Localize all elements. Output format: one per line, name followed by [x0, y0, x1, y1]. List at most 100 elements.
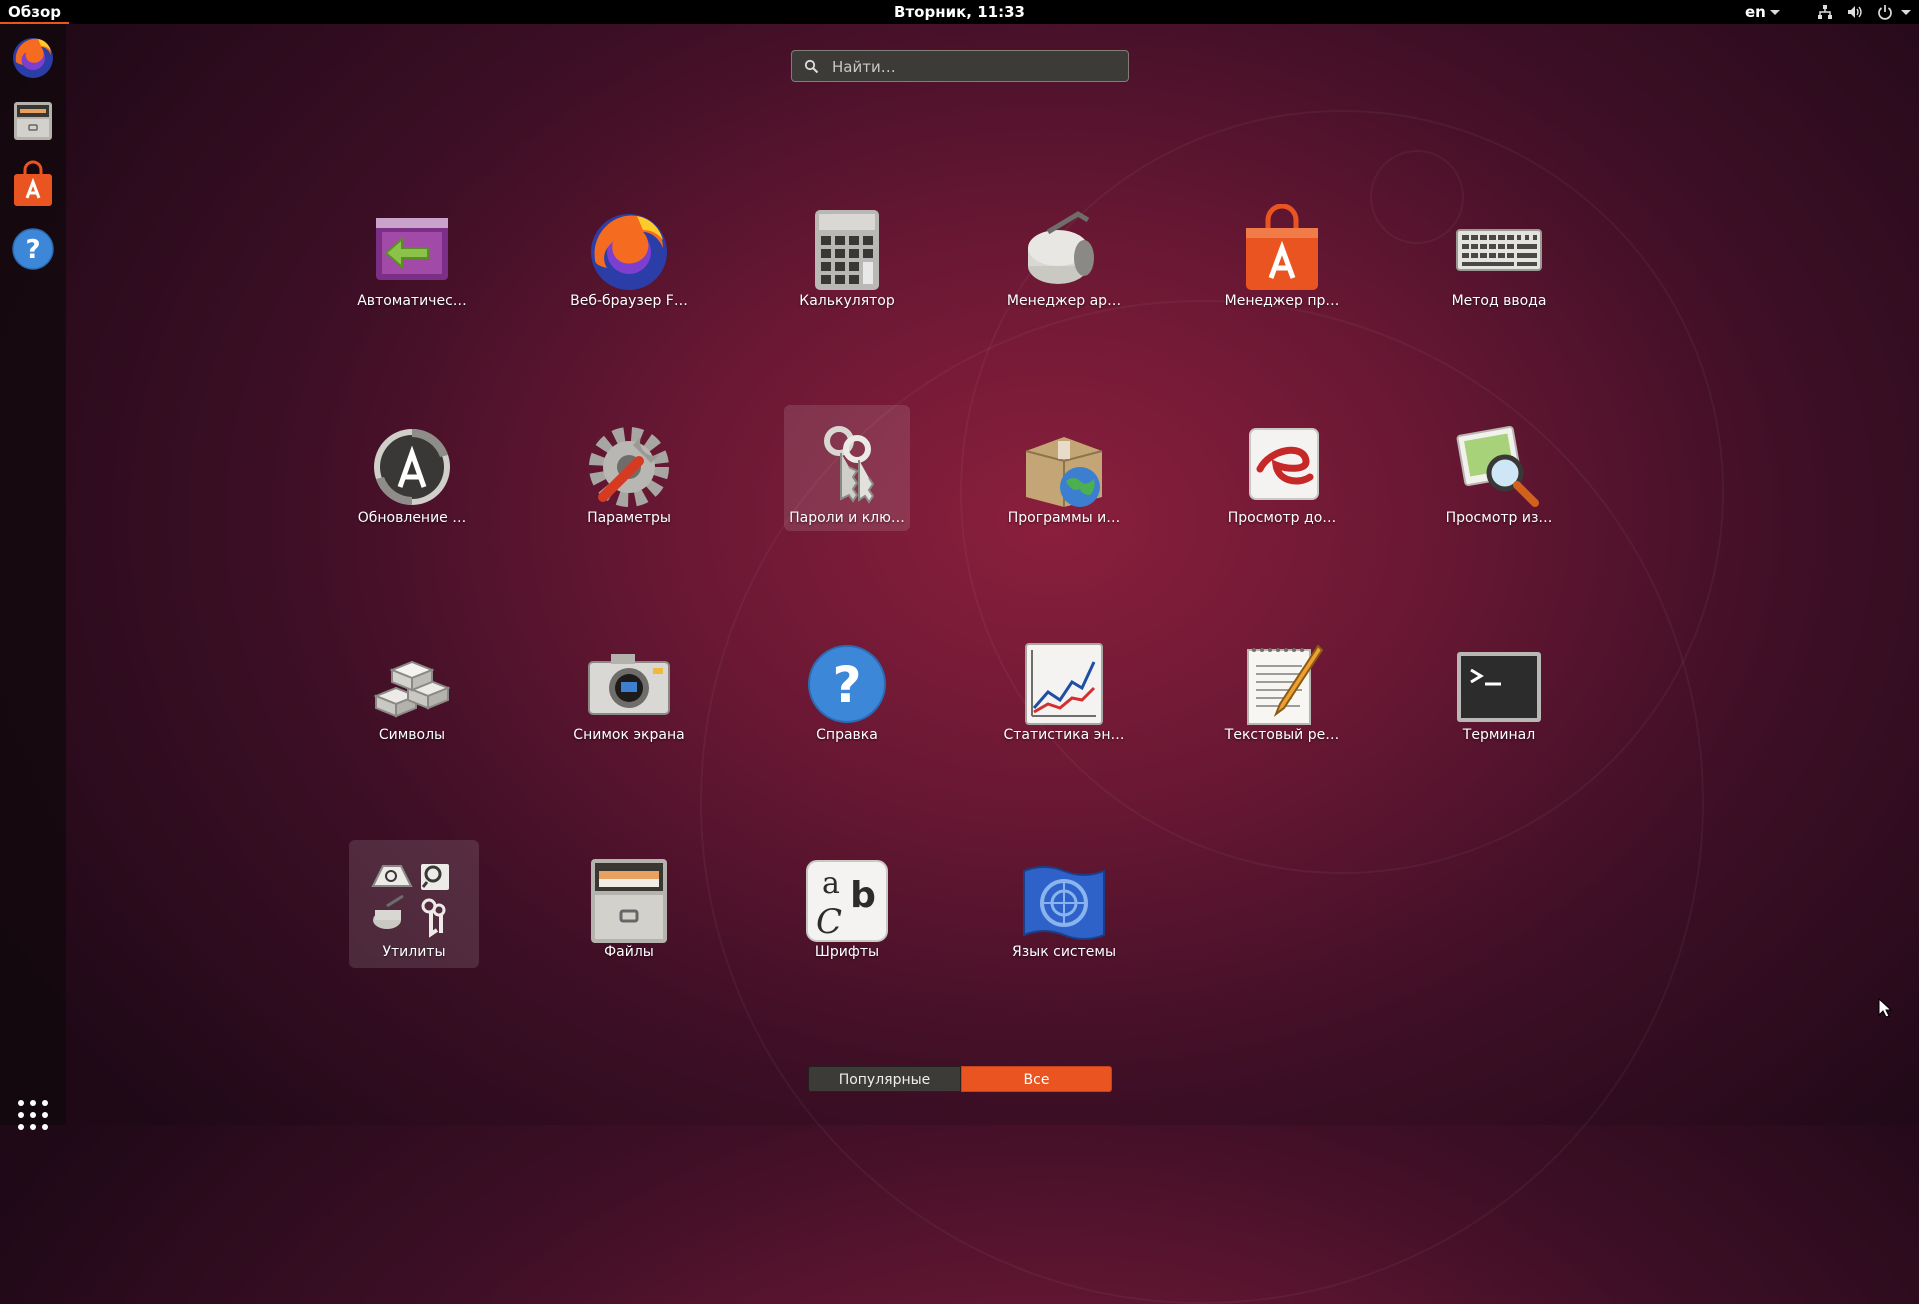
app-passwords-and-keys[interactable]: Пароли и клю… [784, 405, 910, 531]
app-settings[interactable]: Параметры [566, 413, 692, 539]
app-label: Язык системы [1011, 944, 1116, 960]
svg-text:?: ? [25, 235, 40, 265]
files-icon [591, 859, 667, 943]
calculator-icon [815, 210, 879, 290]
app-archive-manager[interactable]: Менеджер ар… [1001, 196, 1127, 322]
app-label: Просмотр из… [1445, 510, 1553, 526]
app-help[interactable]: ? Справка [784, 630, 910, 756]
software-center-icon [1246, 204, 1318, 290]
app-label: Текстовый ре… [1224, 727, 1340, 743]
volume-icon [1848, 6, 1862, 18]
dock-item-firefox[interactable] [8, 32, 58, 82]
mouse-pointer-icon [1878, 998, 1892, 1018]
dock-item-help[interactable]: ? [8, 224, 58, 274]
svg-text:a: a [822, 866, 840, 901]
fonts-icon: a b C [806, 860, 888, 942]
document-viewer-icon [1249, 428, 1319, 500]
dock-item-software[interactable] [8, 160, 58, 210]
system-tray[interactable] [1817, 0, 1911, 24]
app-text-editor[interactable]: Текстовый ре… [1219, 630, 1345, 756]
app-characters[interactable]: Символы [349, 630, 475, 756]
keys-icon [824, 426, 875, 504]
power-menu[interactable] [1877, 4, 1911, 20]
app-document-viewer[interactable]: Просмотр до… [1219, 413, 1345, 539]
app-firefox[interactable]: Веб-браузер F… [566, 196, 692, 322]
app-label: Шрифты [814, 944, 880, 960]
language-support-icon [1023, 866, 1105, 940]
app-label: Справка [816, 727, 878, 743]
all-apps-button[interactable]: Все [961, 1066, 1112, 1092]
firefox-icon [13, 38, 53, 78]
screenshot-icon [588, 654, 670, 715]
app-label: Символы [378, 727, 446, 743]
app-label: Файлы [604, 944, 654, 960]
help-icon: ? [808, 645, 886, 723]
app-label: Менеджер пр… [1224, 293, 1340, 309]
svg-text:?: ? [832, 656, 861, 714]
files-icon [14, 102, 52, 140]
network-icon [1818, 5, 1832, 19]
chevron-down-icon [1901, 9, 1911, 15]
frequent-apps-button[interactable]: Популярные [808, 1066, 961, 1092]
language-indicator[interactable]: en [1745, 0, 1780, 24]
power-icon [1878, 5, 1892, 20]
app-label: Программы и… [1007, 510, 1121, 526]
svg-text:C: C [816, 902, 842, 942]
app-files[interactable]: Файлы [566, 847, 692, 973]
software-properties-icon [1025, 437, 1103, 507]
search-icon [804, 59, 819, 74]
image-viewer-icon [1456, 425, 1539, 507]
app-label: Параметры [587, 510, 671, 526]
app-label: Веб-браузер F… [570, 293, 688, 309]
app-folder-utilities[interactable]: Утилиты [349, 840, 479, 968]
svg-text:b: b [850, 875, 876, 916]
app-grid-icon [18, 1100, 48, 1130]
clock-area: Вторник, 11:33 [0, 0, 1919, 24]
app-terminal[interactable]: Терминал [1436, 630, 1562, 756]
clock[interactable]: Вторник, 11:33 [894, 3, 1025, 21]
app-calculator[interactable]: Калькулятор [784, 196, 910, 322]
app-software-updater[interactable]: Обновление … [349, 413, 475, 539]
app-label: Менеджер ар… [1006, 293, 1122, 309]
archive-manager-icon [1028, 211, 1094, 284]
dock-item-files[interactable] [8, 96, 58, 146]
software-updater-icon [374, 429, 450, 505]
app-label: Обновление … [357, 510, 467, 526]
app-label: Калькулятор [799, 293, 895, 309]
firefox-icon [591, 214, 667, 290]
app-label: Автоматичес… [357, 293, 467, 309]
software-center-icon [14, 160, 52, 206]
app-label: Пароли и клю… [789, 510, 905, 526]
settings-icon [589, 427, 669, 507]
top-bar: Обзор Вторник, 11:33 en [0, 0, 1919, 24]
app-fonts[interactable]: a b C Шрифты [784, 847, 910, 973]
search-box[interactable] [791, 50, 1129, 82]
app-image-viewer[interactable]: Просмотр из… [1436, 413, 1562, 539]
terminal-icon [1457, 652, 1541, 722]
chevron-down-icon [1769, 10, 1780, 15]
app-label: Статистика эн… [1003, 727, 1125, 743]
app-startup-applications[interactable]: Автоматичес… [349, 196, 475, 322]
keyboard-icon [1456, 229, 1542, 271]
characters-icon [373, 660, 451, 718]
app-power-statistics[interactable]: Статистика эн… [1001, 630, 1127, 756]
activities-button[interactable]: Обзор [0, 0, 69, 24]
language-label: en [1745, 3, 1766, 21]
app-software-properties[interactable]: Программы и… [1001, 413, 1127, 539]
help-icon: ? [12, 228, 54, 270]
show-applications-button[interactable] [12, 1094, 54, 1136]
utilities-folder-icon [371, 864, 449, 938]
app-label: Терминал [1462, 727, 1536, 743]
search-input[interactable] [830, 54, 1114, 80]
app-label: Просмотр до… [1227, 510, 1337, 526]
app-label: Снимок экрана [573, 727, 685, 743]
app-label: Метод ввода [1451, 293, 1547, 309]
power-statistics-icon [1025, 643, 1103, 725]
app-software-center[interactable]: Менеджер пр… [1219, 196, 1345, 322]
app-label: Утилиты [382, 944, 446, 960]
app-screenshot[interactable]: Снимок экрана [566, 630, 692, 756]
text-editor-icon [1247, 644, 1324, 725]
dock: ? [0, 24, 66, 1130]
app-language-support[interactable]: Язык системы [1001, 847, 1127, 973]
app-input-method[interactable]: Метод ввода [1436, 196, 1562, 322]
